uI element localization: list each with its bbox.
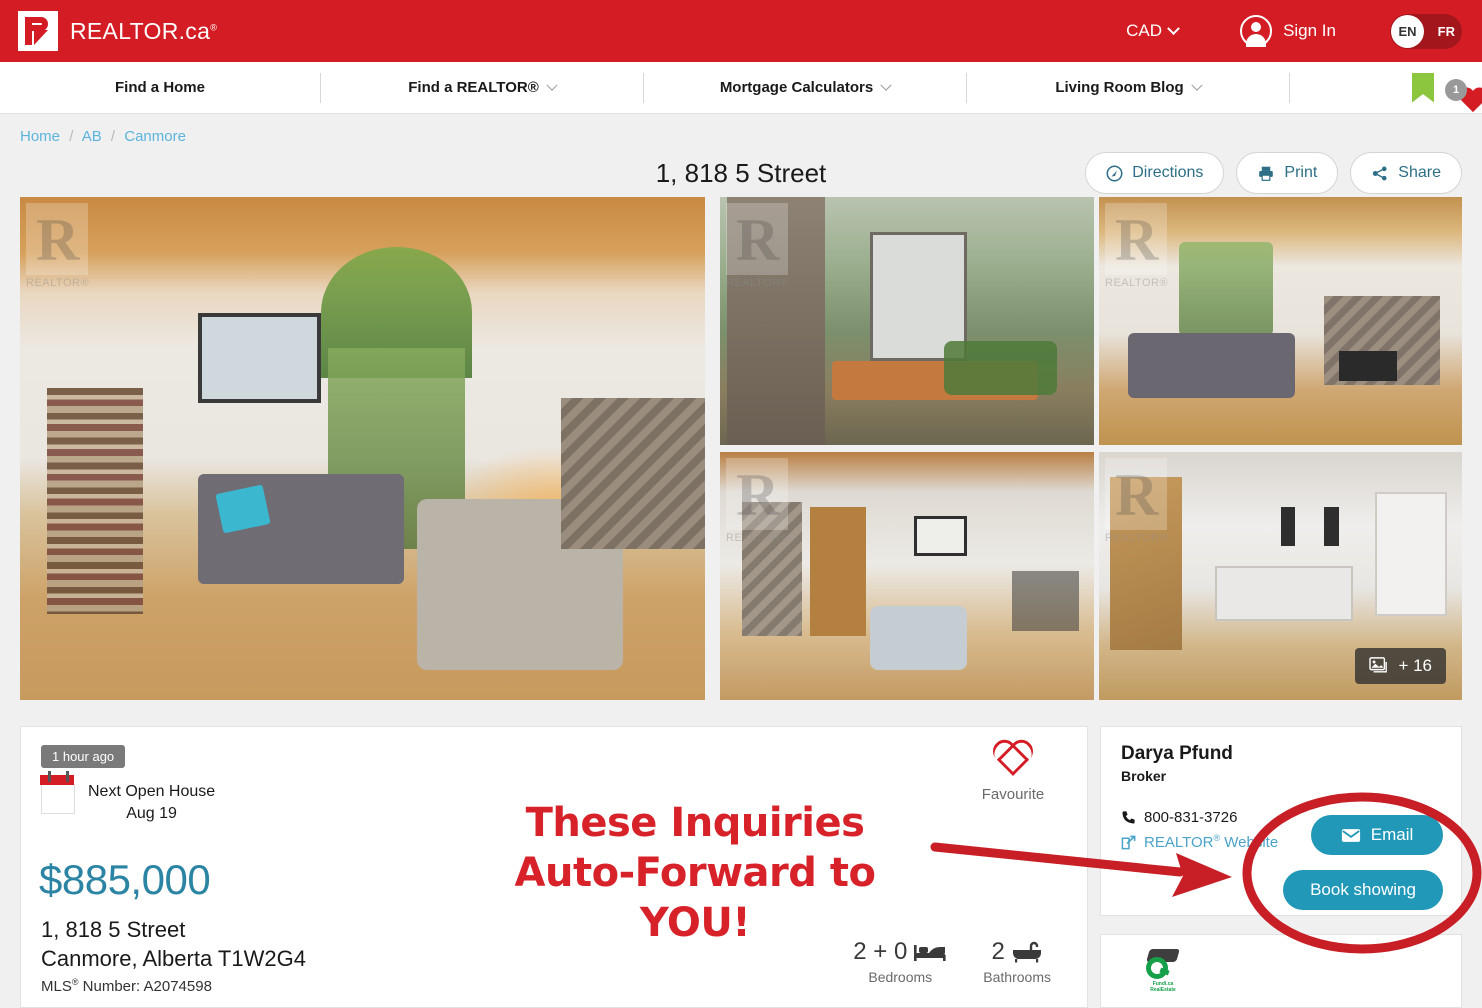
bedrooms-value: 2 + 0 (853, 938, 908, 965)
share-button[interactable]: Share (1350, 152, 1462, 194)
gallery-thumb-2[interactable]: R REALTOR® (1099, 197, 1462, 445)
nav-label: Living Room Blog (1055, 79, 1184, 96)
nav-label: Find a Home (114, 79, 205, 96)
gallery-thumb-3[interactable]: R REALTOR® (720, 452, 1094, 700)
print-label: Print (1284, 164, 1318, 181)
chevron-down-icon (880, 79, 892, 91)
realtor-watermark-icon: R REALTOR® (726, 203, 798, 303)
agent-name: Darya Pfund (1121, 743, 1233, 764)
book-showing-label: Book showing (1310, 880, 1416, 899)
sign-in-button[interactable]: Sign In (1240, 15, 1336, 47)
breadcrumb-separator: / (110, 128, 116, 145)
directions-button[interactable]: Directions (1085, 152, 1225, 194)
bathrooms-value: 2 (991, 938, 1005, 965)
external-link-icon (1121, 835, 1136, 849)
email-button-label: Email (1370, 825, 1414, 844)
print-button[interactable]: Print (1236, 152, 1339, 194)
main-navigation-bar: Find a Home Find a REALTOR® Mortgage Cal… (0, 62, 1482, 114)
chevron-down-icon (1190, 79, 1203, 91)
heart-outline-icon (990, 741, 1036, 782)
envelope-icon (1341, 828, 1360, 842)
bedrooms-spec: 2 + 0 Bedrooms (853, 938, 947, 985)
calendar-icon (40, 771, 75, 814)
agent-phone[interactable]: 800-831-3726 (1121, 809, 1237, 826)
chevron-down-icon (1167, 21, 1180, 35)
realtor-listing-page: REALTOR.ca® CAD Sign In EN FR Find a Hom… (0, 0, 1482, 1008)
listing-price: $885,000 (39, 856, 211, 903)
favourite-label: Favourite (981, 786, 1045, 803)
agent-website-link[interactable]: REALTOR® Website (1121, 833, 1278, 851)
language-toggle[interactable]: EN FR (1390, 13, 1462, 49)
gallery-thumb-1[interactable]: R REALTOR® (720, 197, 1094, 445)
breadcrumb-item-ab[interactable]: AB (82, 128, 102, 145)
open-house-date: Aug 19 (126, 805, 177, 822)
nav-item-mortgage-calculators[interactable]: Mortgage Calculators (644, 73, 966, 103)
photo-gallery: R REALTOR® R REALTOR® R REALTOR® R REALT… (20, 197, 1462, 700)
realtor-watermark-icon: R REALTOR® (26, 203, 98, 303)
nav-label: Find a REALTOR® (408, 79, 539, 96)
bookmark-icon[interactable] (1412, 72, 1434, 103)
bathtub-icon (1012, 941, 1041, 963)
directions-label: Directions (1132, 164, 1204, 181)
bathrooms-label: Bathrooms (983, 969, 1051, 985)
share-label: Share (1398, 164, 1441, 181)
gallery-thumb-4[interactable]: R REALTOR® + 16 (1099, 452, 1462, 700)
phone-icon (1122, 811, 1135, 824)
address-line-2: Canmore, Alberta T1W2G4 (41, 946, 306, 971)
brokerage-logo-card: Fundi.ca RealEstate (1100, 934, 1462, 1008)
photos-icon (1369, 657, 1388, 673)
bedrooms-label: Bedrooms (868, 969, 933, 985)
nav-divider (1289, 72, 1290, 103)
breadcrumb-separator: / (69, 128, 74, 145)
mls-number: MLS® Number: A2074598 (41, 977, 212, 995)
currency-selector[interactable]: CAD (1126, 21, 1180, 41)
favourite-button[interactable]: Favourite (973, 741, 1053, 803)
open-house-block: Next Open House Aug 19 (40, 771, 216, 825)
nav-item-find-a-realtor[interactable]: Find a REALTOR® (321, 73, 643, 103)
print-icon (1259, 166, 1274, 181)
chevron-down-icon (546, 79, 558, 91)
realtor-watermark-icon: R REALTOR® (1105, 203, 1177, 303)
agent-website-label: REALTOR® Website (1144, 833, 1279, 851)
user-avatar-icon (1240, 15, 1273, 47)
realtor-watermark-icon: R REALTOR® (1105, 458, 1177, 558)
bathrooms-spec: 2 Bathrooms (983, 938, 1051, 985)
top-header-bar: REALTOR.ca® CAD Sign In EN FR (0, 0, 1482, 62)
nav-item-find-a-home[interactable]: Find a Home (0, 73, 320, 103)
photo-count-button[interactable]: + 16 (1355, 648, 1446, 684)
agent-role: Broker (1121, 768, 1167, 784)
address-line-1: 1, 818 5 Street (41, 917, 186, 942)
nav-label: Mortgage Calculators (719, 79, 874, 96)
share-icon (1373, 166, 1387, 180)
agent-phone-number: 800-831-3726 (1144, 809, 1238, 826)
gallery-hero-photo[interactable]: R REALTOR® (20, 197, 705, 700)
listing-actions: Directions Print Share (1085, 152, 1462, 194)
listing-specs: 2 + 0 Bedrooms 2 Bathrooms (853, 938, 1051, 985)
realtor-watermark-icon: R REALTOR® (726, 458, 798, 558)
listing-address: 1, 818 5 Street Canmore, Alberta T1W2G4 (41, 915, 306, 973)
open-house-title: Next Open House (88, 783, 216, 800)
posted-ago-badge: 1 hour ago (41, 745, 126, 768)
breadcrumb-item-home[interactable]: Home (20, 128, 60, 145)
email-agent-button[interactable]: Email (1311, 815, 1443, 855)
lang-fr-option[interactable]: FR (1438, 24, 1455, 39)
sign-in-label: Sign In (1283, 21, 1336, 40)
currency-label: CAD (1126, 21, 1163, 40)
breadcrumb: Home / AB / Canmore (20, 128, 186, 145)
bed-icon (914, 945, 946, 961)
book-showing-button[interactable]: Book showing (1283, 870, 1443, 910)
agent-contact-card: Darya Pfund Broker 800-831-3726 REALTOR®… (1100, 726, 1462, 916)
directions-icon (1106, 165, 1123, 181)
realtor-r-mark-icon (18, 11, 58, 51)
nav-item-living-room-blog[interactable]: Living Room Blog (967, 73, 1289, 103)
realtor-logo[interactable]: REALTOR.ca® (18, 11, 217, 51)
photo-count-label: + 16 (1398, 656, 1432, 675)
favourites-count-badge: 1 (1445, 78, 1467, 101)
brand-wordmark: REALTOR.ca® (70, 17, 218, 44)
lang-en-option[interactable]: EN (1391, 14, 1424, 48)
brokerage-logo-icon: Fundi.ca RealEstate (1135, 943, 1191, 999)
breadcrumb-item-canmore[interactable]: Canmore (124, 128, 186, 145)
listing-summary-card: 1 hour ago Next Open House Aug 19 $885,0… (20, 726, 1088, 1008)
